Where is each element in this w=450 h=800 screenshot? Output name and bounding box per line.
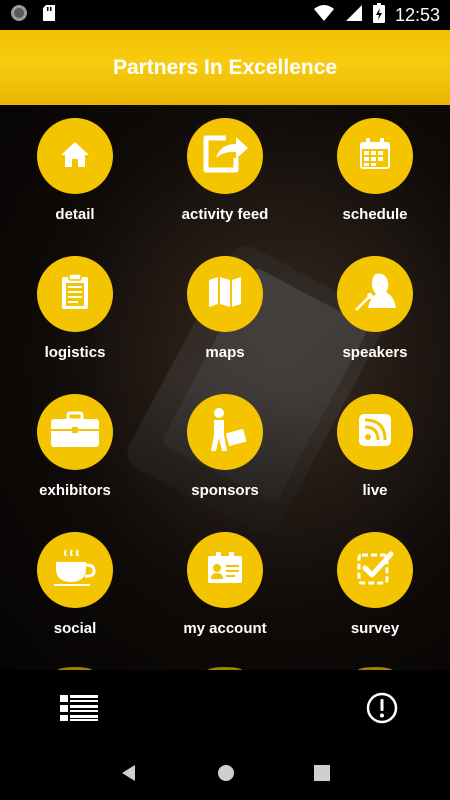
system-nav-bar (0, 750, 450, 800)
tile-my-account[interactable]: my account (150, 519, 300, 657)
tile-icon-circle (187, 394, 263, 470)
tile-icon-circle (187, 532, 263, 608)
signal-icon (345, 4, 363, 27)
battery-charging-icon (372, 2, 385, 28)
tile-icon-circle (337, 532, 413, 608)
status-bar: 12:53 (0, 0, 450, 30)
menu-grid-area[interactable]: detail activity feed schedule logistics … (0, 105, 450, 670)
tile-label: sponsors (191, 482, 259, 499)
tile-detail[interactable]: detail (0, 105, 150, 243)
tile-sponsors[interactable]: sponsors (150, 381, 300, 519)
tile-label: maps (205, 344, 245, 361)
circle-icon (10, 4, 28, 27)
tile-icon-circle (337, 118, 413, 194)
tile-logistics[interactable]: logistics (0, 243, 150, 381)
tile-label: my account (183, 620, 267, 637)
speaker-icon (350, 270, 400, 319)
tile-icon-circle (37, 394, 113, 470)
tile-icon-circle (37, 532, 113, 608)
briefcase-icon (49, 411, 101, 454)
info-alert-icon[interactable] (366, 692, 398, 729)
tile-icon-circle (337, 256, 413, 332)
recents-icon[interactable] (314, 764, 331, 786)
tile-label: detail (55, 206, 95, 223)
share-icon (200, 132, 250, 181)
status-clock: 12:53 (394, 4, 440, 25)
back-icon[interactable] (120, 764, 138, 787)
tile-icon-circle (337, 394, 413, 470)
sd-card-icon (42, 4, 56, 27)
tile-social[interactable]: social (0, 519, 150, 657)
tile-speakers[interactable]: speakers (300, 243, 450, 381)
tile-survey[interactable]: survey (300, 519, 450, 657)
tile-icon-circle (187, 118, 263, 194)
page-title: Partners In Excellence (112, 55, 338, 79)
tile-label: live (362, 482, 388, 499)
checkbox-icon (356, 550, 394, 591)
wifi-icon (313, 4, 335, 27)
tile-label: logistics (44, 344, 106, 361)
tile-activity-feed[interactable]: activity feed (150, 105, 300, 243)
tile-label: survey (350, 620, 400, 637)
map-icon (207, 275, 243, 314)
tile-schedule[interactable]: schedule (300, 105, 450, 243)
tile-icon-circle (37, 118, 113, 194)
calendar-icon (357, 136, 393, 177)
tile-label: schedule (342, 206, 408, 223)
tile-icon-circle (187, 256, 263, 332)
coffee-icon (52, 548, 98, 593)
app-bar: Partners In Excellence (0, 30, 450, 105)
tile-icon-circle (37, 256, 113, 332)
id-card-icon (206, 551, 244, 590)
rss-icon (358, 413, 392, 452)
list-view-icon[interactable] (60, 694, 98, 726)
sponsor-icon (203, 407, 247, 458)
home-icon (58, 137, 92, 176)
tile-label: speakers (342, 344, 408, 361)
tile-maps[interactable]: maps (150, 243, 300, 381)
tile-live[interactable]: live (300, 381, 450, 519)
tile-exhibitors[interactable]: exhibitors (0, 381, 150, 519)
tile-label: activity feed (181, 206, 269, 223)
bottom-bar (0, 670, 450, 750)
clipboard-icon (58, 272, 92, 316)
home-icon[interactable] (217, 764, 235, 787)
tile-label: exhibitors (39, 482, 111, 499)
tile-label: social (53, 620, 97, 637)
